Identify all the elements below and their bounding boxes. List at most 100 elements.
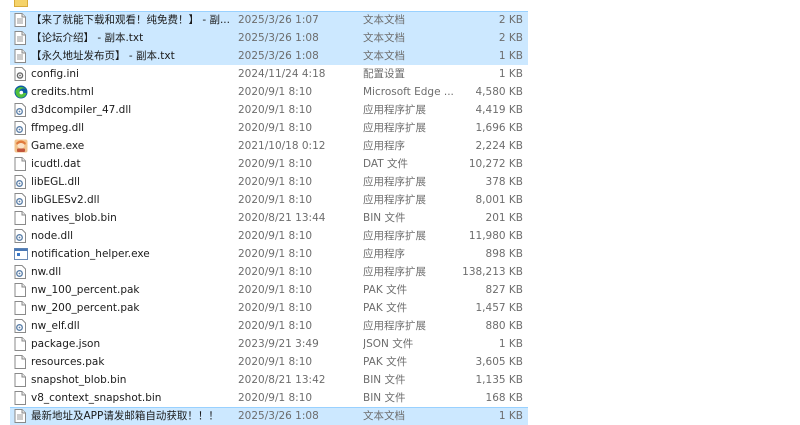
file-row[interactable]: icudtl.dat 2020/9/1 8:10 DAT 文件 10,272 KB	[0, 155, 800, 173]
file-name: libEGL.dll	[31, 176, 80, 188]
file-date-modified: 2020/9/1 8:10	[238, 158, 313, 170]
file-date-modified: 2020/9/1 8:10	[238, 86, 313, 98]
file-size: 4,419 KB	[475, 104, 524, 116]
file-size: 1 KB	[498, 68, 523, 80]
file-name	[31, 0, 231, 11]
file-size: 1,457 KB	[475, 302, 524, 314]
file-row[interactable]: libGLESv2.dll 2020/9/1 8:10 应用程序扩展 8,001 KB	[0, 191, 800, 209]
file-date-modified: 2020/9/1 8:10	[238, 302, 313, 314]
file-date-modified: 2020/9/1 8:10	[238, 122, 313, 134]
dll-file-icon	[14, 101, 28, 119]
file-date-modified: 2020/9/1 8:10	[238, 284, 313, 296]
file-row[interactable]: v8_context_snapshot.bin 2020/9/1 8:10 BIN …	[0, 389, 800, 407]
file-row[interactable]: resources.pak 2020/9/1 8:10 PAK 文件 3,605 KB	[0, 353, 800, 371]
file-row[interactable]	[0, 0, 800, 11]
file-date-modified: 2020/9/1 8:10	[238, 176, 313, 188]
text-file-icon	[14, 11, 28, 29]
file-row[interactable]: package.json 2023/9/21 3:49 JSON 文件 1 KB	[0, 335, 800, 353]
file-date-modified: 2025/3/26 1:07	[238, 14, 319, 26]
file-name: resources.pak	[31, 356, 105, 368]
file-size	[440, 0, 523, 11]
file-name: credits.html	[31, 86, 94, 98]
file-size: 11,980 KB	[468, 230, 523, 242]
file-date-modified	[238, 0, 356, 11]
file-row[interactable]: nw_200_percent.pak 2020/9/1 8:10 PAK 文件 1,4…	[0, 299, 800, 317]
game-app-icon	[14, 137, 28, 155]
dll-file-icon	[14, 227, 28, 245]
file-row[interactable]: natives_blob.bin 2020/8/21 13:44 BIN 文件 201…	[0, 209, 800, 227]
file-size: 138,213 KB	[462, 266, 523, 278]
file-date-modified: 2020/9/1 8:10	[238, 392, 313, 404]
dll-file-icon	[14, 317, 28, 335]
file-row[interactable]: notification_helper.exe 2020/9/1 8:10 应用程序…	[0, 245, 800, 263]
blank-file-icon	[14, 281, 28, 299]
blank-file-icon	[14, 299, 28, 317]
blank-file-icon	[14, 209, 28, 227]
file-size: 2 KB	[498, 14, 523, 26]
blank-file-icon	[14, 389, 28, 407]
file-row[interactable]: nw_elf.dll 2020/9/1 8:10 应用程序扩展 880 KB	[0, 317, 800, 335]
file-size: 1,135 KB	[475, 374, 524, 386]
file-size: 2 KB	[498, 32, 523, 44]
file-size: 1 KB	[498, 410, 523, 422]
settings-file-icon	[14, 65, 28, 83]
dll-file-icon	[14, 173, 28, 191]
file-name: d3dcompiler_47.dll	[31, 104, 132, 116]
file-row[interactable]: credits.html 2020/9/1 8:10 Microsoft Edge …	[0, 83, 800, 101]
file-row[interactable]: node.dll 2020/9/1 8:10 应用程序扩展 11,980 KB	[0, 227, 800, 245]
file-row[interactable]: libEGL.dll 2020/9/1 8:10 应用程序扩展 378 KB	[0, 173, 800, 191]
file-date-modified: 2020/8/21 13:44	[238, 212, 326, 224]
file-row[interactable]: Game.exe 2021/10/18 0:12 应用程序 2,224 KB	[0, 137, 800, 155]
file-name: natives_blob.bin	[31, 212, 117, 224]
dll-file-icon	[14, 191, 28, 209]
file-size: 168 KB	[485, 392, 523, 404]
file-name: Game.exe	[31, 140, 85, 152]
file-date-modified: 2020/9/1 8:10	[238, 194, 313, 206]
file-size: 378 KB	[485, 176, 523, 188]
text-file-icon	[14, 47, 28, 65]
file-name: notification_helper.exe	[31, 248, 150, 260]
file-row[interactable]: 【论坛介绍】 - 副本.txt 2025/3/26 1:08 文本文档 2 KB	[0, 29, 800, 47]
file-date-modified: 2020/9/1 8:10	[238, 104, 313, 116]
file-size: 880 KB	[485, 320, 523, 332]
file-name: node.dll	[31, 230, 74, 242]
file-date-modified: 2023/9/21 3:49	[238, 338, 319, 350]
file-row[interactable]: 【来了就能下载和观看！纯免费！】 - 副... 2025/3/26 1:07 文本文…	[0, 11, 800, 29]
blank-file-icon	[14, 155, 28, 173]
file-date-modified: 2025/3/26 1:08	[238, 50, 319, 62]
file-name: nw_100_percent.pak	[31, 284, 140, 296]
file-name: package.json	[31, 338, 101, 350]
file-date-modified: 2020/9/1 8:10	[238, 230, 313, 242]
dll-file-icon	[14, 119, 28, 137]
file-date-modified: 2020/9/1 8:10	[238, 320, 313, 332]
dll-file-icon	[14, 263, 28, 281]
file-row[interactable]: nw.dll 2020/9/1 8:10 应用程序扩展 138,213 KB	[0, 263, 800, 281]
file-name: nw_200_percent.pak	[31, 302, 140, 314]
file-row[interactable]: 【永久地址发布页】 - 副本.txt 2025/3/26 1:08 文本文档 1 KB	[0, 47, 800, 65]
file-name: libGLESv2.dll	[31, 194, 100, 206]
file-row[interactable]: 最新地址及APP请发邮箱自动获取！！！ 2025/3/26 1:08 文本文档 1 K…	[0, 407, 800, 425]
file-date-modified: 2021/10/18 0:12	[238, 140, 326, 152]
file-size: 1 KB	[498, 338, 523, 350]
file-date-modified: 2020/8/21 13:42	[238, 374, 326, 386]
file-name: 【来了就能下载和观看！纯免费！】 - 副...	[31, 14, 230, 26]
file-row[interactable]: snapshot_blob.bin 2020/8/21 13:42 BIN 文件 1,…	[0, 371, 800, 389]
file-name: 【论坛介绍】 - 副本.txt	[31, 32, 144, 44]
file-date-modified: 2025/3/26 1:08	[238, 410, 319, 422]
file-row[interactable]: nw_100_percent.pak 2020/9/1 8:10 PAK 文件 827…	[0, 281, 800, 299]
file-name: nw.dll	[31, 266, 62, 278]
folder-icon	[14, 0, 28, 11]
blank-file-icon	[14, 371, 28, 389]
file-size: 898 KB	[485, 248, 523, 260]
file-date-modified: 2020/9/1 8:10	[238, 356, 313, 368]
text-file-icon	[14, 29, 28, 47]
file-row[interactable]: ffmpeg.dll 2020/9/1 8:10 应用程序扩展 1,696 KB	[0, 119, 800, 137]
file-name: 最新地址及APP请发邮箱自动获取！！！	[31, 410, 219, 422]
file-date-modified: 2020/9/1 8:10	[238, 248, 313, 260]
file-size: 1 KB	[498, 50, 523, 62]
file-name: icudtl.dat	[31, 158, 81, 170]
file-size: 201 KB	[485, 212, 523, 224]
file-size: 2,224 KB	[475, 140, 524, 152]
file-row[interactable]: config.ini 2024/11/24 4:18 配置设置 1 KB	[0, 65, 800, 83]
file-row[interactable]: d3dcompiler_47.dll 2020/9/1 8:10 应用程序扩展 4,4…	[0, 101, 800, 119]
